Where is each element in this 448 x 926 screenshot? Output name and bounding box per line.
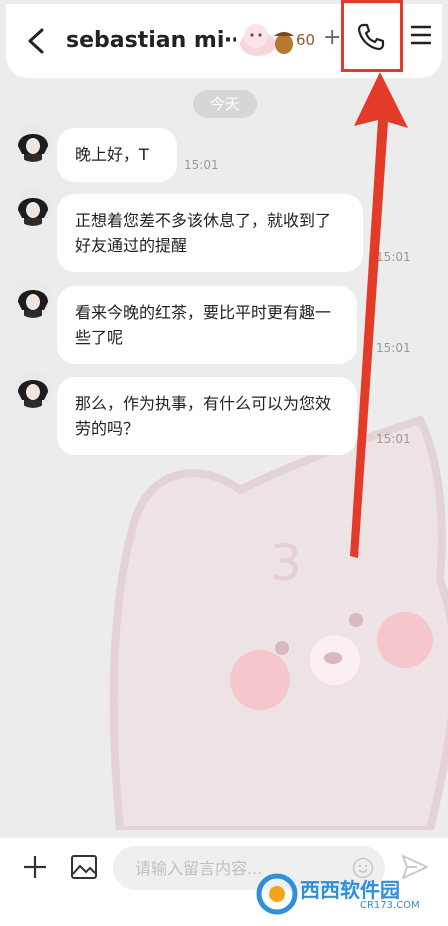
add-acorn-button[interactable]: + — [323, 26, 341, 50]
avatar[interactable] — [14, 280, 52, 318]
back-icon[interactable] — [22, 24, 52, 58]
phone-icon[interactable] — [356, 22, 386, 52]
message-text: 正想着您差不多该休息了，就收到了好友通过的提醒 — [75, 211, 332, 255]
acorn-count: 60 — [296, 31, 316, 49]
message-bubble[interactable]: 那么，作为执事，有什么可以为您效劳的吗？ — [57, 377, 357, 455]
message-bubble[interactable]: 正想着您差不多该休息了，就收到了好友通过的提醒 — [57, 194, 363, 272]
avatar[interactable] — [14, 188, 52, 226]
avatar[interactable] — [14, 124, 52, 162]
message-text: 那么，作为执事，有什么可以为您效劳的吗？ — [75, 394, 332, 438]
watermark-site: CR173.COM — [360, 900, 420, 911]
message-bubble[interactable]: 看来今晚的红茶，要比平时更有趣一些了呢 — [57, 286, 357, 364]
watermark-brand: 西西软件园 — [300, 878, 400, 902]
avatar-image-icon — [14, 124, 52, 162]
svg-text:3: 3 — [270, 534, 302, 592]
red-arrow-annotation — [350, 72, 408, 558]
avatar-image-icon — [14, 370, 52, 408]
image-icon[interactable] — [70, 854, 98, 880]
date-divider: 今天 — [193, 90, 257, 118]
avatar[interactable] — [14, 370, 52, 408]
plus-icon[interactable] — [22, 854, 48, 880]
chat-title: sebastian mi⋯ — [66, 28, 236, 53]
message-bubble[interactable]: 晚上好，T — [57, 128, 177, 182]
avatar-image-icon — [14, 188, 52, 226]
message-text: 晚上好，T — [75, 145, 149, 164]
avatar-image-icon — [14, 280, 52, 318]
cat-sticker-icon — [240, 24, 294, 56]
message-time: 15:01 — [184, 158, 219, 172]
message-text: 看来今晚的红茶，要比平时更有趣一些了呢 — [75, 303, 332, 347]
menu-icon[interactable] — [408, 22, 434, 48]
